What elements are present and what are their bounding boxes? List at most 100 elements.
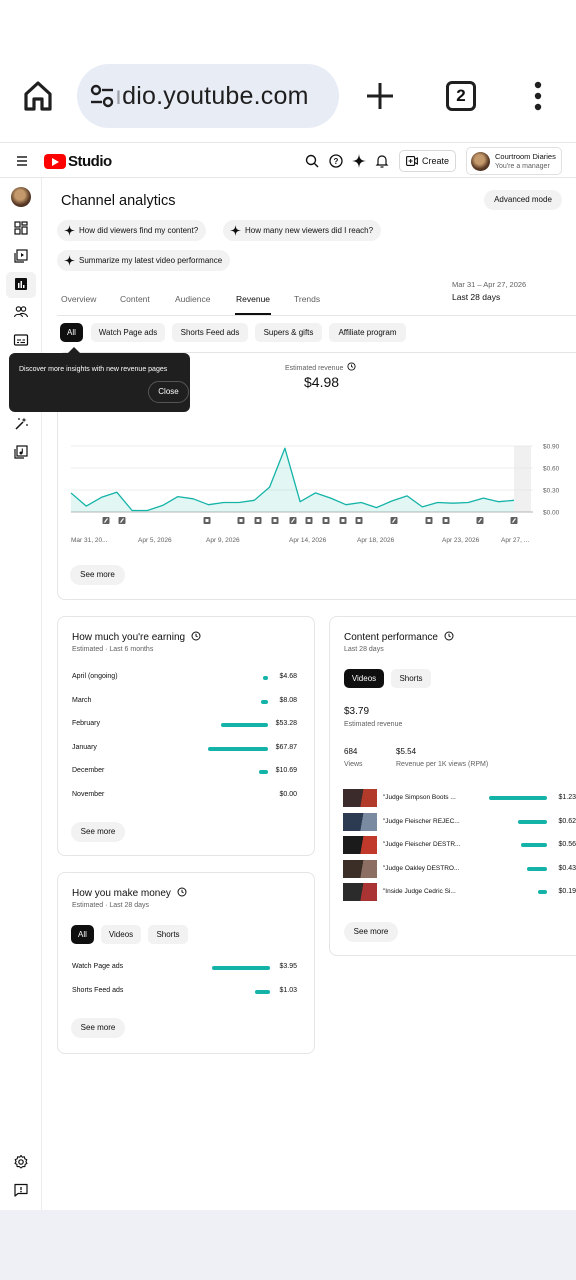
video-title[interactable]: "Judge Fleischer DESTR... (383, 841, 460, 848)
y-tick-label: $0.90 (543, 444, 560, 451)
video-row[interactable]: "Judge Fleischer DESTR... $0.56 (343, 836, 576, 855)
tab-trends[interactable]: Trends (294, 294, 320, 304)
content-segment-shorts[interactable]: Shorts (391, 669, 431, 688)
tab-switcher-button[interactable]: 2 (446, 81, 476, 111)
filter-affiliate-program[interactable]: Affiliate program (329, 323, 406, 342)
advanced-mode-button[interactable]: Advanced mode (484, 190, 562, 210)
tab-overview[interactable]: Overview (61, 294, 96, 304)
sparkle-icon (64, 225, 75, 236)
video-glyph (324, 519, 328, 522)
settings-gear-icon[interactable] (13, 1154, 29, 1170)
filter-supers-gifts[interactable]: Supers & gifts (255, 323, 322, 342)
video-title[interactable]: "Judge Oakley DESTRO... (383, 865, 459, 872)
new-tab-icon[interactable] (364, 80, 396, 112)
money-segment-shorts[interactable]: Shorts (148, 925, 188, 944)
date-range-text[interactable]: Mar 31 – Apr 27, 2026 (452, 280, 526, 289)
dashboard-icon[interactable] (13, 220, 29, 236)
channel-avatar[interactable] (11, 187, 31, 207)
audio-library-icon[interactable] (13, 444, 29, 460)
estimated-revenue-label: Estimated revenue (285, 362, 356, 372)
address-bar[interactable]: ıdio.youtube.com (77, 64, 339, 128)
analytics-icon[interactable] (13, 276, 29, 292)
browser-bottom-bar (0, 1210, 576, 1280)
see-more-revenue-button[interactable]: See more (70, 565, 125, 585)
video-thumbnail[interactable] (343, 836, 377, 855)
tab-revenue[interactable]: Revenue (236, 294, 270, 304)
filter-shorts-feed-ads[interactable]: Shorts Feed ads (172, 323, 248, 342)
earning-month: April (ongoing) (72, 673, 118, 680)
date-range-label[interactable]: Last 28 days (452, 292, 500, 302)
earning-bar (258, 770, 268, 775)
subtitles-icon[interactable] (13, 332, 29, 348)
money-row: Shorts Feed ads $1.03 (72, 987, 297, 999)
money-bar (212, 966, 270, 970)
tab-content[interactable]: Content (120, 294, 150, 304)
video-row[interactable]: "Judge Simpson Boots ... $1.23 (343, 789, 576, 807)
money-title: How you make money (72, 887, 187, 899)
see-more-content-button[interactable]: See more (344, 922, 398, 942)
filter-all[interactable]: All (60, 323, 83, 342)
content-icon[interactable] (13, 248, 29, 264)
earning-subtitle: Estimated · Last 6 months (72, 646, 154, 653)
earning-row: February $53.28 (72, 720, 297, 732)
video-row[interactable]: "Inside Judge Cedric Si... $0.19 (343, 883, 576, 902)
video-title[interactable]: "Inside Judge Cedric Si... (383, 888, 456, 895)
filter-watch-page-ads[interactable]: Watch Page ads (91, 323, 165, 342)
feedback-icon[interactable] (13, 1182, 29, 1198)
earning-month: December (72, 767, 105, 775)
site-settings-icon[interactable] (89, 84, 115, 108)
earning-row: January $67.87 (72, 744, 297, 756)
create-button[interactable]: Create (399, 150, 456, 172)
earning-value: $0.00 (279, 791, 297, 798)
hamburger-menu-icon[interactable] (14, 153, 30, 169)
content-segment-videos[interactable]: Videos (344, 669, 384, 688)
video-title[interactable]: "Judge Fleischer REJEC... (383, 818, 460, 825)
studio-logo[interactable]: Studio (44, 151, 112, 171)
community-icon[interactable] (13, 304, 29, 320)
earning-value: $8.08 (279, 696, 297, 704)
earning-card: How much you're earning Estimated · Last… (57, 616, 315, 856)
content-revenue-value: $3.79 (344, 706, 370, 717)
search-icon[interactable] (304, 153, 320, 169)
content-title: Content performance (344, 631, 454, 643)
x-tick-label: Apr 27, ... (501, 537, 529, 544)
money-label: Watch Page ads (72, 963, 124, 970)
video-title[interactable]: "Judge Simpson Boots ... (383, 794, 456, 801)
see-more-earning-button[interactable]: See more (71, 822, 125, 842)
earning-value: $53.28 (275, 720, 297, 728)
suggestion-chip-traffic[interactable]: How did viewers find my content? (57, 220, 207, 241)
home-icon[interactable] (20, 78, 56, 114)
x-tick-label: Mar 31, 20... (71, 537, 108, 544)
account-switcher[interactable]: Courtroom Diaries You're a manager (466, 147, 562, 175)
content-views-value: 684 (344, 747, 358, 756)
video-revenue-value: $0.19 (558, 888, 576, 896)
notifications-bell-icon[interactable] (374, 153, 390, 169)
money-segment-all[interactable]: All (71, 925, 94, 944)
see-more-money-button[interactable]: See more (71, 1018, 125, 1038)
y-tick-label: $0.30 (543, 488, 560, 495)
help-icon[interactable]: ? (328, 153, 344, 169)
video-row[interactable]: "Judge Oakley DESTRO... $0.43 (343, 859, 576, 878)
sparkle-icon[interactable] (351, 153, 367, 169)
video-revenue-bar (538, 890, 547, 895)
revenue-line-chart[interactable]: $0.90 $0.60 $0.30 $0.00 Mar 31, 20... Apr 5, … (60, 436, 576, 548)
more-vert-icon[interactable] (528, 80, 548, 112)
money-segment-videos[interactable]: Videos (101, 925, 141, 944)
video-thumbnail[interactable] (343, 883, 377, 902)
video-thumbnail[interactable] (343, 812, 377, 831)
video-thumbnail[interactable] (343, 789, 377, 807)
svg-text:?: ? (334, 157, 339, 166)
earning-row: November $0.00 (72, 791, 297, 803)
earning-row: March $8.08 (72, 697, 297, 709)
info-clock-icon (191, 631, 201, 641)
video-row[interactable]: "Judge Fleischer REJEC... $0.62 (343, 812, 576, 831)
tab-audience[interactable]: Audience (175, 294, 210, 304)
browser-toolbar: ıdio.youtube.com 2 (0, 0, 576, 142)
customization-wand-icon[interactable] (13, 416, 29, 432)
earning-row: December $10.69 (72, 767, 297, 779)
video-thumbnail[interactable] (343, 859, 377, 878)
earning-title: How much you're earning (72, 631, 201, 643)
suggestion-chip-summary[interactable]: Summarize my latest video performance (57, 250, 231, 271)
tooltip-close-button[interactable]: Close (148, 381, 189, 403)
suggestion-chip-new-viewers[interactable]: How many new viewers did I reach? (223, 220, 382, 241)
